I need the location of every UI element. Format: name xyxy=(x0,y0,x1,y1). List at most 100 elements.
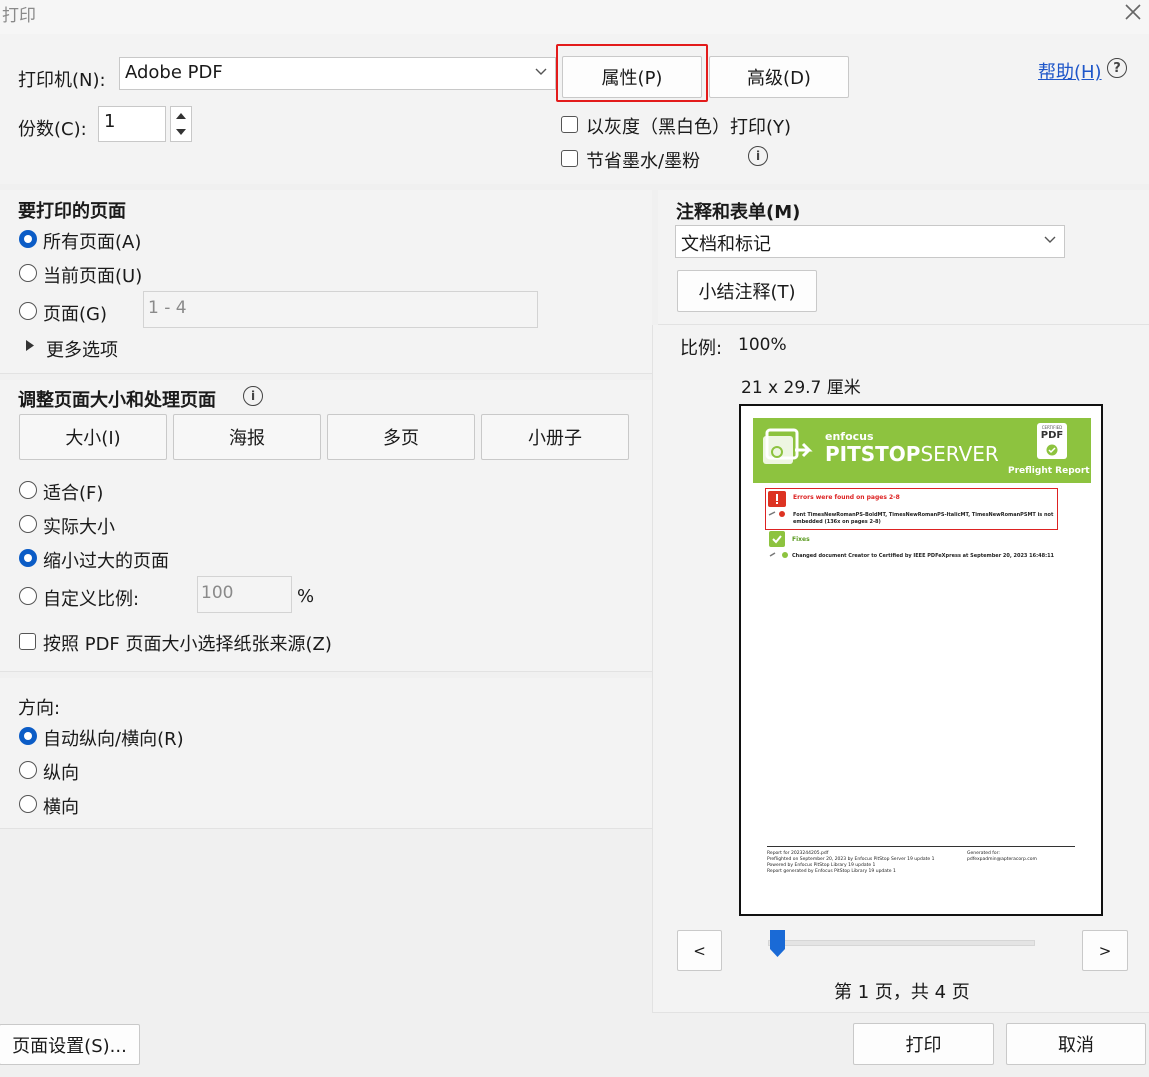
advanced-button[interactable]: 高级(D) xyxy=(709,56,849,98)
tab-booklet[interactable]: 小册子 xyxy=(481,414,629,460)
comments-value: 文档和标记 xyxy=(681,234,771,255)
info-icon[interactable]: i xyxy=(243,386,263,406)
shrink-radio[interactable] xyxy=(19,549,37,567)
page-info: 第 1 页，共 4 页 xyxy=(834,982,970,1003)
orientation-heading: 方向: xyxy=(18,698,61,719)
wrench-fix-icon xyxy=(769,552,788,558)
error-text-1: Font TimesNewRomanPS-BoldMT, TimesNewRom… xyxy=(793,512,1054,518)
fix-text: Changed document Creator to Certified by… xyxy=(792,553,1055,559)
print-button[interactable]: 打印 xyxy=(853,1023,994,1065)
auto-orientation-label: 自动纵向/横向(R) xyxy=(43,729,184,750)
comments-heading: 注释和表单(M) xyxy=(676,202,801,223)
check-icon xyxy=(1046,444,1058,456)
current-page-label: 当前页面(U) xyxy=(43,266,143,287)
scale-value: 100% xyxy=(738,335,787,355)
cancel-button[interactable]: 取消 xyxy=(1006,1023,1146,1065)
tab-size[interactable]: 大小(I) xyxy=(19,414,167,460)
brand-pitstop-bold: PITSTOP xyxy=(825,442,921,466)
brand-pitstop-light: SERVER xyxy=(920,442,999,466)
paper-size-label: 21 x 29.7 厘米 xyxy=(741,378,861,398)
tab-multiple[interactable]: 多页 xyxy=(327,414,475,460)
auto-orientation-radio[interactable] xyxy=(19,727,37,745)
fixes-icon xyxy=(769,531,785,547)
custom-scale-radio[interactable] xyxy=(19,587,37,605)
page-slider-track[interactable] xyxy=(768,940,1035,946)
footer-left: Report for 2023244205.pdf Preflighted on… xyxy=(767,851,934,875)
error-box: Errors were found on pages 2-8 Font Time… xyxy=(765,488,1058,530)
fit-radio[interactable] xyxy=(19,481,37,499)
preflight-label: Preflight Report xyxy=(1008,466,1090,476)
brand-pitstop: PITSTOPSERVER xyxy=(825,442,999,466)
orientation-panel xyxy=(0,678,652,829)
grayscale-label: 以灰度（黑白色）打印(Y) xyxy=(586,117,792,138)
pages-heading: 要打印的页面 xyxy=(18,201,126,222)
actual-size-radio[interactable] xyxy=(19,515,37,533)
error-title: Errors were found on pages 2-8 xyxy=(793,494,900,501)
custom-scale-label: 自定义比例: xyxy=(43,589,140,610)
pitstop-logo-icon xyxy=(763,428,813,464)
footer-right: Generated for: pdfexpadmin@apteracorp.co… xyxy=(967,851,1037,863)
highlight-box xyxy=(556,44,708,102)
chevron-down-icon xyxy=(535,68,547,75)
copies-input[interactable]: 1 xyxy=(98,106,166,142)
paper-source-label: 按照 PDF 页面大小选择纸张来源(Z) xyxy=(43,634,332,655)
arrow-down-icon[interactable] xyxy=(176,129,186,136)
percent-label: % xyxy=(297,586,315,607)
printer-select[interactable]: Adobe PDF xyxy=(119,57,556,90)
next-page-button[interactable]: > xyxy=(1082,930,1128,971)
fit-label: 适合(F) xyxy=(43,483,104,504)
title-bar xyxy=(0,0,1149,34)
page-preview: enfocus PITSTOPSERVER CERTIFIED PDF Pref… xyxy=(739,404,1103,916)
certified-pdf-badge: CERTIFIED PDF xyxy=(1037,423,1067,459)
portrait-radio[interactable] xyxy=(19,761,37,779)
all-pages-label: 所有页面(A) xyxy=(43,232,142,253)
page-range-input[interactable]: 1 - 4 xyxy=(143,291,538,328)
current-page-radio[interactable] xyxy=(19,264,37,282)
summarize-comments-button[interactable]: 小结注释(T) xyxy=(677,270,817,312)
paper-source-checkbox[interactable] xyxy=(19,633,36,650)
chevron-down-icon xyxy=(1044,236,1056,243)
error-text-2: embedded (136x on pages 2-8) xyxy=(793,519,881,525)
actual-size-label: 实际大小 xyxy=(43,517,115,538)
copies-label: 份数(C): xyxy=(18,119,87,140)
all-pages-radio[interactable] xyxy=(19,230,37,248)
grayscale-checkbox[interactable] xyxy=(561,116,578,133)
landscape-radio[interactable] xyxy=(19,795,37,813)
copies-stepper[interactable] xyxy=(170,106,192,142)
fixes-title: Fixes xyxy=(792,536,810,543)
custom-scale-value: 100 xyxy=(201,583,234,603)
scale-label: 比例: xyxy=(680,338,723,359)
help-icon[interactable]: ? xyxy=(1107,58,1127,78)
prev-page-button[interactable]: < xyxy=(677,930,722,971)
info-icon[interactable]: i xyxy=(748,146,768,166)
portrait-label: 纵向 xyxy=(43,763,79,784)
arrow-up-icon[interactable] xyxy=(176,112,186,119)
page-range-label: 页面(G) xyxy=(43,304,107,325)
printer-value: Adobe PDF xyxy=(125,62,223,83)
tab-poster[interactable]: 海报 xyxy=(173,414,321,460)
footer-line: pdfexpadmin@apteracorp.com xyxy=(967,857,1037,862)
copies-value: 1 xyxy=(104,111,116,132)
page-slider-thumb[interactable] xyxy=(769,929,786,958)
shrink-label: 缩小过大的页面 xyxy=(43,551,169,572)
save-ink-label: 节省墨水/墨粉 xyxy=(586,151,701,172)
window-title: 打印 xyxy=(2,6,36,26)
comments-select[interactable]: 文档和标记 xyxy=(675,225,1065,258)
sizing-heading: 调整页面大小和处理页面 xyxy=(18,390,216,411)
badge-pdf-text: PDF xyxy=(1040,430,1064,441)
error-icon xyxy=(768,491,786,507)
footer-divider xyxy=(767,846,1075,847)
expand-triangle-icon[interactable] xyxy=(26,340,35,351)
custom-scale-input[interactable]: 100 xyxy=(197,576,292,613)
landscape-label: 横向 xyxy=(43,797,79,818)
help-link[interactable]: 帮助(H) xyxy=(1038,58,1102,84)
footer-line: Report generated by Enfocus PitStop Libr… xyxy=(767,869,896,874)
close-icon[interactable] xyxy=(1122,0,1144,24)
page-setup-button[interactable]: 页面设置(S)... xyxy=(0,1024,140,1065)
save-ink-checkbox[interactable] xyxy=(561,150,578,167)
more-options-label[interactable]: 更多选项 xyxy=(46,336,118,362)
report-header: enfocus PITSTOPSERVER CERTIFIED PDF Pref… xyxy=(753,418,1091,483)
wrench-error-icon xyxy=(768,511,785,517)
page-range-radio[interactable] xyxy=(19,302,37,320)
printer-label: 打印机(N): xyxy=(18,70,106,91)
